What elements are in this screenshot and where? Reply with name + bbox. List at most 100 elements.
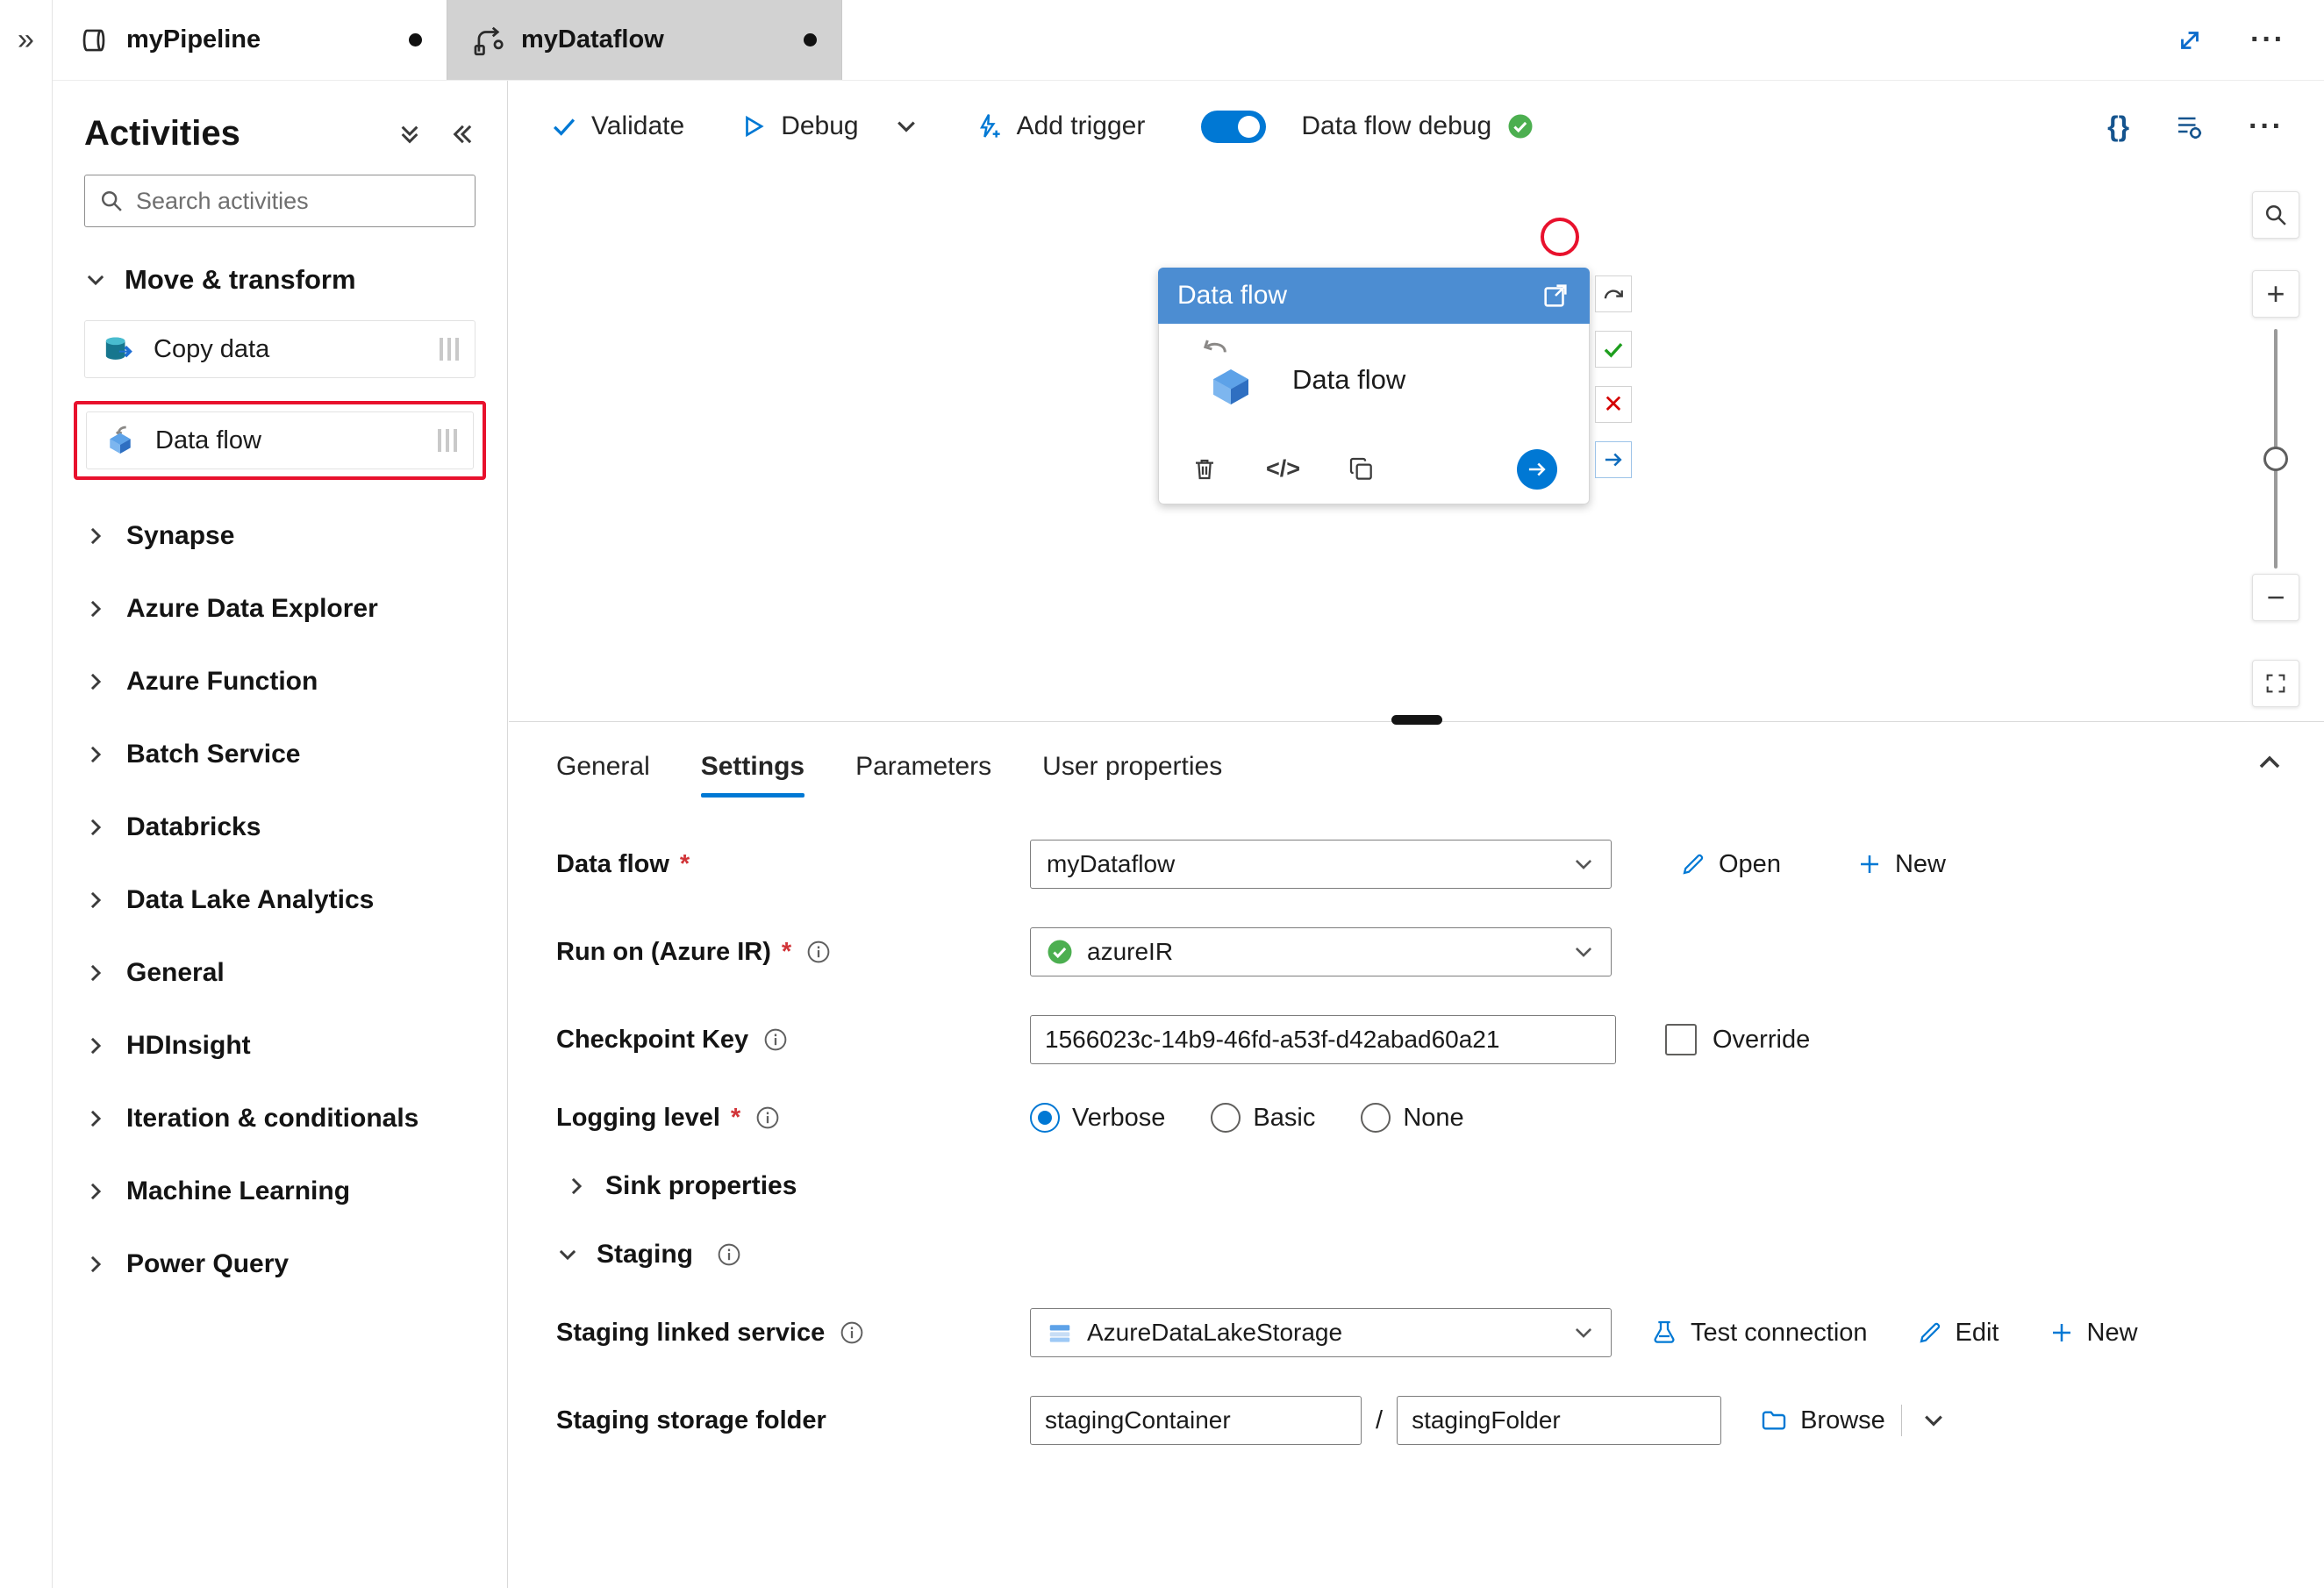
node-status-column: ✕: [1595, 275, 1632, 497]
config-tabs: General Settings Parameters User propert…: [556, 722, 2324, 798]
debug-dropdown-chevron[interactable]: [894, 114, 919, 139]
new-linked-service-link[interactable]: New: [2049, 1319, 2138, 1348]
settings-list-icon[interactable]: [2173, 111, 2205, 142]
radio-button[interactable]: [1030, 1103, 1060, 1133]
radio-button[interactable]: [1211, 1103, 1241, 1133]
activity-copy-data[interactable]: Copy data: [84, 320, 476, 378]
add-trigger-button[interactable]: Add trigger: [975, 111, 1145, 141]
debug-button[interactable]: Debug: [740, 111, 859, 141]
sidebar-section-synapse[interactable]: Synapse: [84, 499, 476, 572]
tab-user-properties[interactable]: User properties: [1042, 752, 1222, 798]
fit-screen-button[interactable]: [2252, 660, 2299, 707]
search-activities-input[interactable]: [136, 187, 461, 215]
sidebar-section-azure-data-explorer[interactable]: Azure Data Explorer: [84, 572, 476, 645]
required-asterisk: *: [730, 1103, 741, 1132]
tab-general[interactable]: General: [556, 752, 650, 798]
data-flow-dropdown[interactable]: myDataflow: [1030, 840, 1612, 889]
staging-folder-input[interactable]: [1397, 1396, 1722, 1445]
node-header[interactable]: Data flow: [1158, 268, 1590, 324]
edit-linked-service-link[interactable]: Edit: [1917, 1319, 1999, 1348]
dataflow-activity-node[interactable]: Data flow Data flow </>: [1158, 268, 1590, 504]
tab-settings[interactable]: Settings: [700, 752, 805, 798]
info-icon: [718, 1243, 740, 1266]
open-dataflow-link[interactable]: Open: [1680, 850, 1781, 879]
code-icon[interactable]: </>: [1266, 455, 1300, 483]
fail-tile[interactable]: ✕: [1595, 386, 1632, 423]
staging-container-input[interactable]: [1030, 1396, 1362, 1445]
required-asterisk: *: [781, 937, 792, 966]
activity-search: [84, 175, 476, 227]
chevron-down-icon: [1572, 1321, 1595, 1344]
collapse-all-icon[interactable]: [397, 121, 423, 147]
success-tile[interactable]: [1595, 331, 1632, 368]
app-root: » myPipeline myDataflow ··· Activities S…: [0, 0, 2324, 1588]
validate-button[interactable]: Validate: [551, 111, 684, 141]
zoom-knob[interactable]: [2263, 447, 2288, 471]
tab-parameters[interactable]: Parameters: [855, 752, 991, 798]
dataflow-cube-icon: [1205, 361, 1257, 413]
redo-tile[interactable]: [1595, 275, 1632, 312]
radio-none[interactable]: None: [1361, 1103, 1464, 1133]
test-connection-link[interactable]: Test connection: [1650, 1319, 1868, 1348]
required-asterisk: *: [679, 849, 690, 878]
open-dataflow-icon[interactable]: [1541, 281, 1570, 311]
delete-icon[interactable]: [1191, 455, 1219, 483]
staging-linked-service-dropdown[interactable]: AzureDataLakeStorage: [1030, 1308, 1612, 1357]
sidebar-section-general[interactable]: General: [84, 936, 476, 1009]
sidebar-section-machine-learning[interactable]: Machine Learning: [84, 1155, 476, 1227]
info-icon: [807, 941, 830, 963]
ir-status-icon: [1047, 939, 1073, 965]
expand-window-icon[interactable]: [2175, 25, 2205, 55]
canvas-more-button[interactable]: ···: [2249, 110, 2284, 144]
zoom-in-button[interactable]: +: [2252, 270, 2299, 318]
override-checkbox-label[interactable]: Override: [1665, 1024, 1810, 1055]
sidebar-section-hdinsight[interactable]: HDInsight: [84, 1009, 476, 1082]
sidebar-section-power-query[interactable]: Power Query: [84, 1227, 476, 1300]
radio-verbose[interactable]: Verbose: [1030, 1103, 1165, 1133]
radio-basic[interactable]: Basic: [1211, 1103, 1315, 1133]
run-on-dropdown[interactable]: azureIR: [1030, 927, 1612, 976]
sidebar-section-azure-function[interactable]: Azure Function: [84, 645, 476, 718]
debug-status-icon: [1507, 113, 1534, 139]
browse-link[interactable]: Browse: [1760, 1406, 1885, 1435]
clone-icon[interactable]: [1348, 455, 1376, 483]
tab-mydataflow[interactable]: myDataflow: [447, 0, 842, 80]
zoom-slider[interactable]: [2263, 329, 2288, 569]
sink-properties-toggle[interactable]: Sink properties: [565, 1171, 2324, 1201]
expand-rail-icon[interactable]: »: [0, 23, 52, 57]
path-separator: /: [1376, 1406, 1384, 1434]
override-checkbox[interactable]: [1665, 1024, 1697, 1055]
sidebar-section-data-lake-analytics[interactable]: Data Lake Analytics: [84, 863, 476, 936]
collapse-sidebar-icon[interactable]: [449, 121, 476, 147]
canvas-search-button[interactable]: [2252, 191, 2299, 239]
dataflow-debug-toggle[interactable]: [1201, 110, 1267, 143]
code-view-button[interactable]: {}: [2107, 111, 2129, 143]
field-data-flow: Data flow * myDataflow Open New: [556, 840, 2324, 889]
chevron-down-icon: [84, 268, 107, 291]
next-arrow-tile[interactable]: [1595, 441, 1632, 478]
pipeline-canvas[interactable]: Data flow Data flow </> ✕ + −: [509, 172, 2324, 721]
staging-toggle[interactable]: Staging: [556, 1240, 2324, 1270]
sidebar-section-iteration-conditionals[interactable]: Iteration & conditionals: [84, 1082, 476, 1155]
browse-dropdown-chevron[interactable]: [1921, 1408, 1946, 1433]
collapse-panel-icon[interactable]: [2256, 748, 2284, 776]
tab-mypipeline[interactable]: myPipeline: [53, 0, 447, 80]
node-body: Data flow: [1158, 324, 1590, 443]
check-icon: [551, 113, 577, 139]
sidebar-section-batch-service[interactable]: Batch Service: [84, 718, 476, 790]
sidebar-section-databricks[interactable]: Databricks: [84, 790, 476, 863]
checkpoint-key-input[interactable]: [1030, 1015, 1616, 1064]
radio-button[interactable]: [1361, 1103, 1391, 1133]
section-move-transform[interactable]: Move & transform: [84, 264, 476, 296]
lightning-plus-icon: [975, 112, 1003, 140]
zoom-out-button[interactable]: −: [2252, 574, 2299, 621]
more-options-button[interactable]: ···: [2250, 23, 2285, 57]
add-next-activity-button[interactable]: [1517, 448, 1557, 490]
panel-resize-handle[interactable]: [1391, 715, 1442, 725]
chevron-right-icon: [84, 1034, 107, 1057]
activity-data-flow[interactable]: Data flow: [86, 411, 474, 469]
new-dataflow-link[interactable]: New: [1856, 850, 1946, 879]
drag-handle[interactable]: [438, 429, 457, 452]
drag-handle[interactable]: [440, 338, 459, 361]
node-footer: </>: [1158, 443, 1590, 504]
